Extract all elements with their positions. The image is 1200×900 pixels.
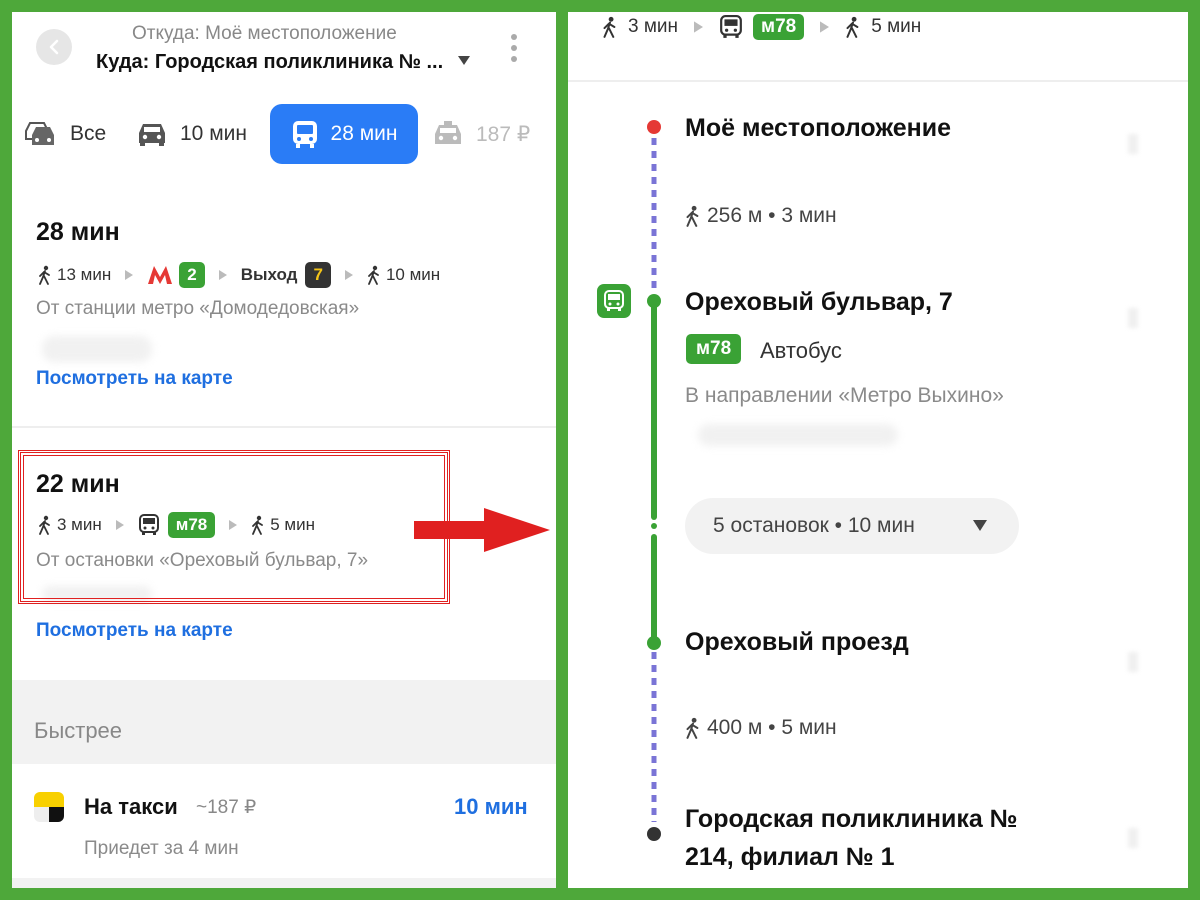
- blurred-content: [1128, 652, 1138, 672]
- step-separator-icon: [694, 21, 704, 33]
- step-separator-icon: [820, 21, 830, 33]
- view-on-map-link[interactable]: Посмотреть на карте: [36, 620, 233, 642]
- blurred-content: [1128, 828, 1138, 848]
- walk-icon: [846, 16, 859, 38]
- blurred-content: [698, 424, 898, 446]
- walk-icon: [686, 205, 699, 227]
- end-marker: [647, 827, 661, 841]
- blurred-content: [1128, 134, 1138, 154]
- blurred-content: [1128, 308, 1138, 328]
- walk-step: 5 мин: [845, 16, 921, 38]
- divider: [12, 878, 556, 888]
- boarding-stop: Ореховый бульвар, 7: [685, 288, 953, 316]
- route-list-panel: Откуда: Моё местоположение Куда: Городск…: [12, 12, 556, 888]
- stop-marker: [647, 294, 661, 308]
- walk-icon: [686, 717, 699, 739]
- taxi-duration: 10 мин: [454, 794, 528, 819]
- bus-route-badge: м78: [753, 14, 805, 40]
- bus-stop-icon: [597, 284, 631, 318]
- alighting-stop: Ореховый проезд: [685, 628, 909, 656]
- walk-segment-info: 400 м • 5 мин: [685, 716, 837, 740]
- faster-section-label: Быстрее: [34, 718, 123, 743]
- walk-icon: [603, 16, 616, 38]
- arrow-right-icon: [414, 508, 550, 552]
- taxi-arrival-text: Приедет за 4 мин: [84, 838, 239, 859]
- route-timeline: [651, 138, 657, 822]
- bus-icon: [604, 290, 624, 311]
- start-location: Моё местоположение: [685, 114, 952, 142]
- caret-down-icon: [973, 520, 987, 531]
- stop-marker: [647, 636, 661, 650]
- taxi-price: ~187 ₽: [196, 797, 257, 818]
- stops-expander-button[interactable]: 5 остановок • 10 мин: [685, 498, 1019, 554]
- walk-segment-info: 256 м • 3 мин: [685, 204, 837, 228]
- taxi-option-title[interactable]: На такси: [84, 794, 178, 820]
- transport-type-label: Автобус: [760, 338, 842, 363]
- yandex-taxi-logo: [34, 792, 64, 822]
- bus-icon: [720, 15, 742, 38]
- route-details-panel: 3 мин м78 5 мин Моё местоположение 256 м…: [568, 12, 1188, 888]
- highlight-frame: [18, 450, 450, 604]
- destination-name: Городская поликлиника № 214, филиал № 1: [685, 805, 1018, 871]
- bus-route-badge: м78: [686, 334, 742, 364]
- start-marker: [647, 120, 661, 134]
- direction-text: В направлении «Метро Выхино»: [685, 384, 1004, 407]
